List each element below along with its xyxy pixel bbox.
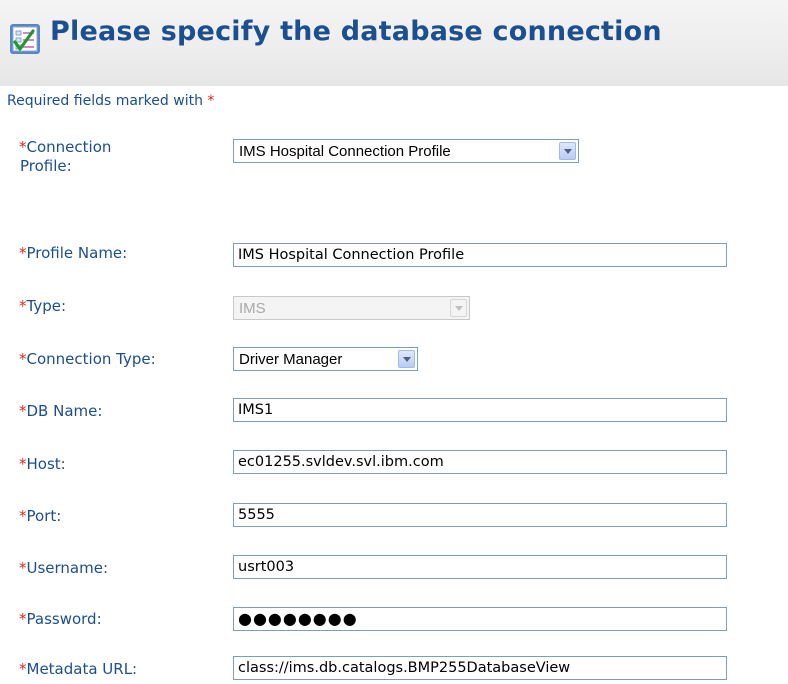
password-label-text: Password: (26, 610, 102, 628)
required-star: * (19, 610, 27, 628)
connection-type-select[interactable]: Driver Manager (233, 347, 418, 371)
type-label-text: Type: (26, 297, 67, 315)
username-label: *Username: (19, 559, 109, 578)
connection-profile-value: IMS Hospital Connection Profile (239, 143, 451, 160)
connection-profile-label: *Connection Profile: (19, 138, 112, 176)
required-star: * (19, 402, 27, 420)
required-note-text: Required fields marked with (7, 93, 208, 109)
required-star: * (207, 93, 215, 109)
type-value: IMS (239, 300, 266, 317)
required-star: * (19, 507, 27, 525)
connection-type-label-text: Connection Type: (26, 350, 156, 368)
chevron-down-icon[interactable] (398, 350, 415, 368)
dialog-header: Please specify the database connection (0, 0, 788, 86)
password-label: *Password: (19, 610, 102, 629)
required-star: * (19, 350, 27, 368)
metadata-url-input[interactable]: class://ims.db.catalogs.BMP255DatabaseVi… (233, 656, 727, 680)
port-input[interactable]: 5555 (233, 503, 727, 527)
username-label-text: Username: (26, 559, 109, 577)
profile-name-input[interactable]: IMS Hospital Connection Profile (233, 243, 727, 267)
metadata-url-label: *Metadata URL: (19, 660, 138, 679)
required-star: * (19, 660, 27, 678)
required-star: * (19, 559, 27, 577)
password-input[interactable]: ●●●●●●●● (233, 607, 727, 631)
required-star: * (19, 138, 27, 156)
metadata-url-label-text: Metadata URL: (26, 660, 138, 678)
connection-profile-label-line2: Profile: (20, 157, 72, 175)
username-input[interactable]: usrt003 (233, 555, 727, 579)
port-label-text: Port: (26, 507, 62, 525)
host-label-text: Host: (26, 455, 66, 473)
required-star: * (19, 297, 27, 315)
profile-name-label-text: Profile Name: (26, 244, 128, 262)
required-fields-note: Required fields marked with * (7, 93, 214, 109)
checklist-icon (9, 23, 41, 55)
type-select: IMS (233, 296, 470, 320)
db-name-label: *DB Name: (19, 402, 103, 421)
port-label: *Port: (19, 507, 62, 526)
connection-profile-label-line1: Connection (26, 138, 112, 156)
chevron-down-icon[interactable] (559, 142, 576, 160)
chevron-down-icon (450, 299, 467, 317)
type-label: *Type: (19, 297, 67, 316)
connection-type-label: *Connection Type: (19, 350, 156, 369)
profile-name-label: *Profile Name: (19, 244, 128, 263)
connection-profile-select[interactable]: IMS Hospital Connection Profile (233, 139, 579, 163)
required-star: * (19, 244, 27, 262)
db-name-label-text: DB Name: (26, 402, 103, 420)
host-label: *Host: (19, 455, 66, 474)
page-title: Please specify the database connection (50, 16, 662, 47)
host-input[interactable]: ec01255.svldev.svl.ibm.com (233, 450, 727, 474)
db-name-input[interactable]: IMS1 (233, 398, 727, 422)
required-star: * (19, 455, 27, 473)
connection-type-value: Driver Manager (239, 351, 343, 368)
